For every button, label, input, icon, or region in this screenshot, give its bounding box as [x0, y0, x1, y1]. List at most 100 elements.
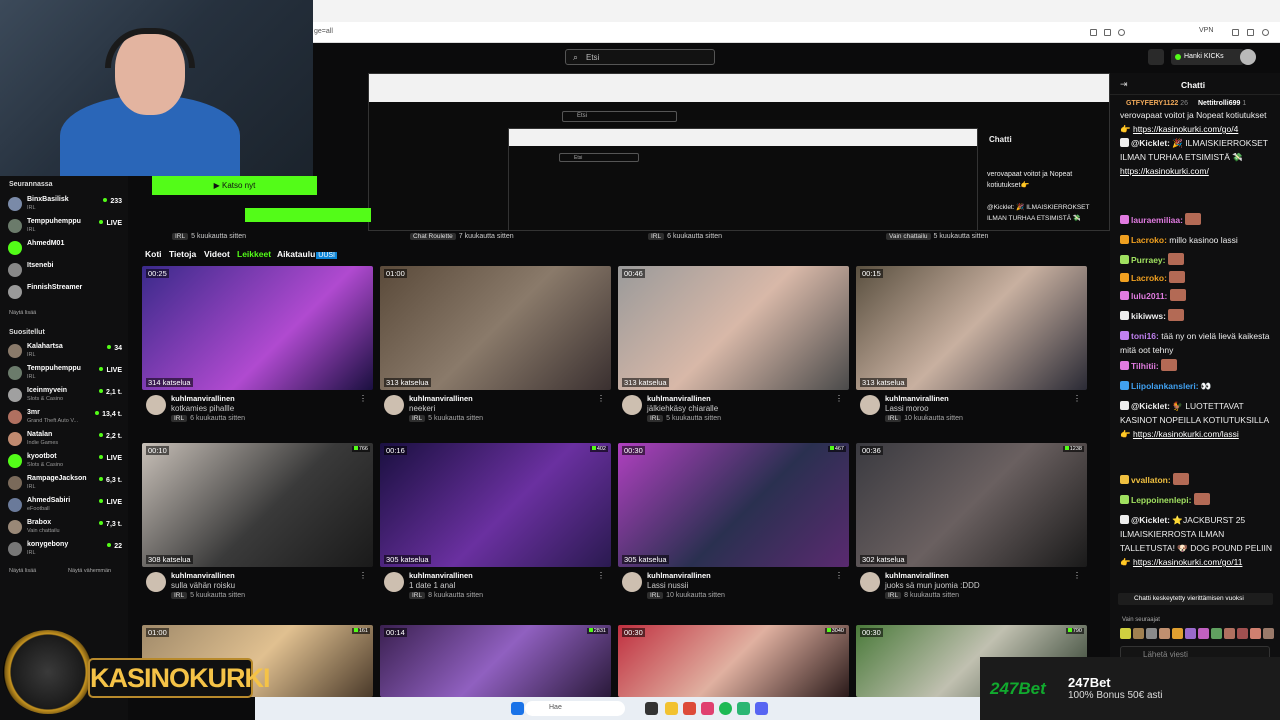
avatar[interactable]: [146, 572, 166, 592]
chat-link[interactable]: https://kasinokurki.com/lassi: [1133, 429, 1239, 439]
address-bar[interactable]: ge=all VPN: [312, 22, 1280, 43]
sidebar-channel-binxbasilisk[interactable]: BinxBasilisk IRL 233: [8, 195, 122, 215]
sidebar-channel-temppuhemppu[interactable]: Temppuhemppu IRL LIVE: [8, 217, 122, 237]
vpn-label[interactable]: VPN: [1199, 27, 1213, 34]
emote-icon[interactable]: [1185, 628, 1196, 639]
avatar[interactable]: [622, 572, 642, 592]
clip-channel[interactable]: kuhlmanvirallinen: [171, 394, 235, 403]
emote-icon[interactable]: [1172, 628, 1183, 639]
emote-icon[interactable]: [1237, 628, 1248, 639]
spotify-icon[interactable]: [719, 702, 732, 715]
avatar[interactable]: [1240, 49, 1256, 65]
emote-bar[interactable]: [1120, 628, 1276, 640]
sidebar-channel-ahmedsabiri[interactable]: AhmedSabiri eFootball LIVE: [8, 496, 122, 516]
clip-title[interactable]: Lassi moroo: [885, 404, 929, 413]
emote-icon[interactable]: [1133, 628, 1144, 639]
emote-icon[interactable]: [1250, 628, 1261, 639]
chat-username[interactable]: @Kicklet:: [1131, 401, 1170, 411]
more-options-icon[interactable]: ⋮: [597, 394, 605, 403]
search-input[interactable]: ⌕ Etsi: [565, 49, 715, 65]
emote-icon[interactable]: [1146, 628, 1157, 639]
tab-about[interactable]: Tietoja: [169, 249, 196, 259]
app-icon[interactable]: [683, 702, 696, 715]
emote-icon[interactable]: [1263, 628, 1274, 639]
chat-paused-notice[interactable]: Chatti keskeytetty vierittämisen vuoksi: [1118, 593, 1273, 605]
sidebar-channel-rampagejackson[interactable]: RampageJackson IRL 6,3 t.: [8, 474, 122, 494]
file-explorer-icon[interactable]: [665, 702, 678, 715]
sidebar-channel-finnishstreamer[interactable]: FinnishStreamer: [8, 283, 122, 303]
chat-username[interactable]: lulu2011:: [1131, 291, 1167, 301]
emote-icon[interactable]: [1211, 628, 1222, 639]
chat-link[interactable]: https://kasinokurki.com/go/11: [1133, 557, 1242, 567]
get-kicks-button[interactable]: Hanki KICKs: [1171, 49, 1244, 65]
clip-title[interactable]: neekeri: [409, 404, 435, 413]
clip-title[interactable]: kotkamies pihallle: [171, 404, 234, 413]
clip-channel[interactable]: kuhlmanvirallinen: [171, 571, 235, 580]
more-options-icon[interactable]: ⋮: [359, 571, 367, 580]
emote-icon[interactable]: [1159, 628, 1170, 639]
clip-channel[interactable]: kuhlmanvirallinen: [647, 394, 711, 403]
task-view-icon[interactable]: [645, 702, 658, 715]
clip-title[interactable]: juoks sä mun juomia :DDD: [885, 581, 980, 590]
chat-username[interactable]: @Kicklet:: [1131, 138, 1170, 148]
show-less-button[interactable]: Näytä vähemmän: [68, 568, 111, 574]
sidebar-channel-brabox[interactable]: Brabox Vain chattailu 7,3 t.: [8, 518, 122, 538]
tab-videos[interactable]: Videot: [204, 249, 230, 259]
clip-thumbnail[interactable]: 00:14 2831: [380, 625, 611, 697]
clip-title[interactable]: Lassi nussii: [647, 581, 688, 590]
chat-username[interactable]: kikiwws:: [1131, 311, 1166, 321]
more-options-icon[interactable]: ⋮: [835, 571, 843, 580]
address-text[interactable]: ge=all: [314, 28, 333, 35]
chat-username[interactable]: Tilhitii:: [1131, 361, 1159, 371]
emote-icon[interactable]: [1224, 628, 1235, 639]
chat-username[interactable]: Purraey:: [1131, 255, 1166, 265]
avatar[interactable]: [384, 572, 404, 592]
more-options-icon[interactable]: ⋮: [835, 394, 843, 403]
chat-link[interactable]: https://kasinokurki.com/: [1120, 166, 1209, 176]
sidebar-channel-kalahartsa[interactable]: Kalahartsa IRL 34: [8, 342, 122, 362]
more-options-icon[interactable]: ⋮: [597, 571, 605, 580]
app-icon[interactable]: [701, 702, 714, 715]
clip-thumbnail[interactable]: 00:15 313 katselua: [856, 266, 1087, 390]
clip-thumbnail[interactable]: 00:10 766 308 katselua: [142, 443, 373, 567]
menu-icon[interactable]: [1148, 49, 1164, 65]
chat-username[interactable]: Lacroko:: [1131, 273, 1167, 283]
chat-username[interactable]: vvallaton:: [1131, 475, 1171, 485]
sidebar-channel-natalan[interactable]: Natalan Indie Games 2,2 t.: [8, 430, 122, 450]
clip-thumbnail[interactable]: 00:30 467 305 katselua: [618, 443, 849, 567]
sidebar-channel-temppuhemppu[interactable]: Temppuhemppu IRL LIVE: [8, 364, 122, 384]
sidebar-channel-kyootbot[interactable]: kyootbot Slots & Casino LIVE: [8, 452, 122, 472]
sidebar-channel-ahmedm01[interactable]: AhmedM01: [8, 239, 122, 259]
extension-icon[interactable]: [1090, 29, 1097, 36]
clip-thumbnail[interactable]: 00:30 3040: [618, 625, 849, 697]
profile-icon[interactable]: [1262, 29, 1269, 36]
avatar[interactable]: [384, 395, 404, 415]
avatar[interactable]: [146, 395, 166, 415]
clip-thumbnail[interactable]: 00:46 313 katselua: [618, 266, 849, 390]
emote-icon[interactable]: [1198, 628, 1209, 639]
discord-icon[interactable]: [755, 702, 768, 715]
tab-clips[interactable]: Leikkeet: [237, 249, 271, 259]
chat-username[interactable]: Liipolankansleri:: [1131, 381, 1199, 391]
chat-link[interactable]: https://kasinokurki.com/go/4: [1133, 124, 1238, 134]
clip-thumbnail[interactable]: 00:25 314 katselua: [142, 266, 373, 390]
ad-banner[interactable]: 247Bet 247Bet 100% Bonus 50€ asti: [980, 657, 1280, 720]
avatar[interactable]: [622, 395, 642, 415]
clip-channel[interactable]: kuhlmanvirallinen: [409, 394, 473, 403]
clip-thumbnail[interactable]: 00:16 402 305 katselua: [380, 443, 611, 567]
sidebar-channel-3mr[interactable]: 3mr Grand Theft Auto V... 13,4 t.: [8, 408, 122, 428]
clip-title[interactable]: 1 date 1 anal: [409, 581, 455, 590]
windows-start-icon[interactable]: [511, 702, 524, 715]
share-icon[interactable]: [1247, 29, 1254, 36]
tab-home[interactable]: Koti: [145, 249, 162, 259]
clip-channel[interactable]: kuhlmanvirallinen: [409, 571, 473, 580]
clip-channel[interactable]: kuhlmanvirallinen: [647, 571, 711, 580]
chat-username[interactable]: @Kicklet:: [1131, 515, 1170, 525]
clip-channel[interactable]: kuhlmanvirallinen: [885, 571, 949, 580]
star-icon[interactable]: [1118, 29, 1125, 36]
taskbar-search[interactable]: Hae: [525, 701, 625, 716]
app-icon[interactable]: [737, 702, 750, 715]
chat-username[interactable]: Leppoinenlepi:: [1131, 495, 1191, 505]
extensions-icon[interactable]: [1232, 29, 1239, 36]
watch-now-button[interactable]: ▶ Katso nyt: [152, 176, 317, 195]
